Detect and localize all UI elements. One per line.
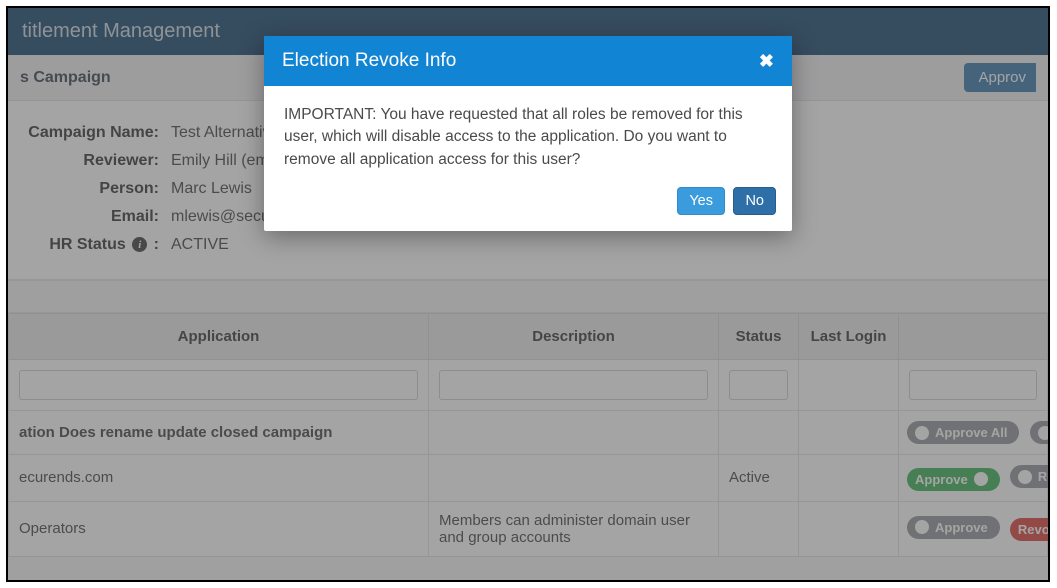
no-button[interactable]: No	[733, 187, 776, 215]
revoke-info-modal: Election Revoke Info ✖ IMPORTANT: You ha…	[264, 36, 792, 231]
modal-header: Election Revoke Info ✖	[264, 36, 792, 86]
close-icon[interactable]: ✖	[759, 51, 774, 72]
modal-title: Election Revoke Info	[282, 50, 456, 72]
modal-body: IMPORTANT: You have requested that all r…	[264, 86, 792, 177]
yes-button[interactable]: Yes	[677, 187, 725, 215]
modal-footer: Yes No	[264, 177, 792, 231]
